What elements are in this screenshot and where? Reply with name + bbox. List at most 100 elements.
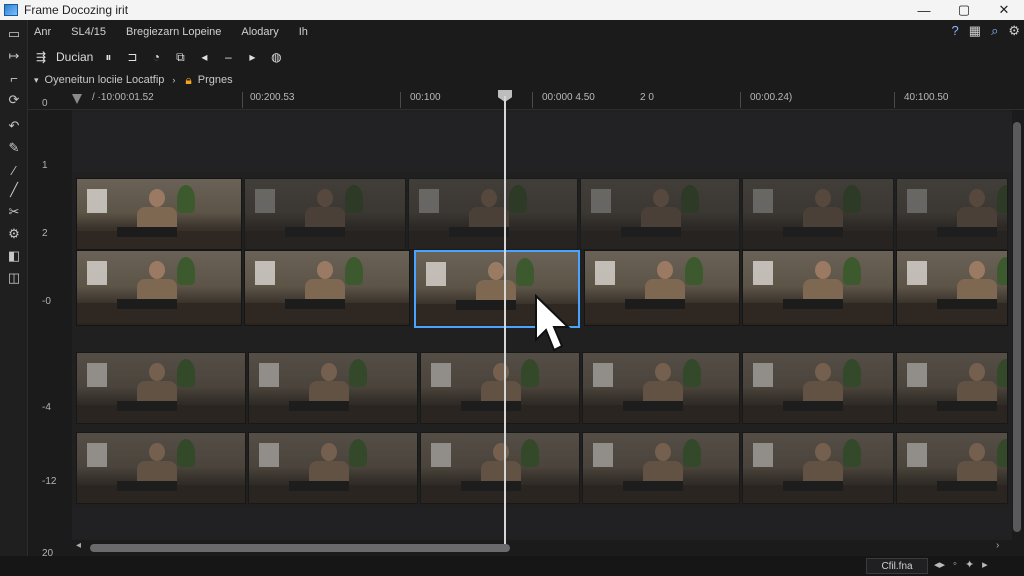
menu-item-1[interactable]: SL4/15 xyxy=(71,26,106,38)
ripple-icon[interactable]: ⊐ xyxy=(123,48,141,66)
video-clip[interactable] xyxy=(420,352,580,424)
more-icon[interactable]: ▸ xyxy=(982,558,988,571)
ruler-tick: 00:200.53 xyxy=(250,92,295,103)
menu-item-2[interactable]: Bregiezarn Lopeine xyxy=(126,26,221,38)
app-icon xyxy=(4,4,18,16)
track-header: ▾ Oyeneitun lociie Locatfip › 🔒︎ Prgnes xyxy=(28,70,1024,90)
tick-line xyxy=(740,92,741,108)
video-clip[interactable] xyxy=(244,250,410,326)
chevron-right-icon: › xyxy=(172,75,176,85)
video-clip[interactable] xyxy=(582,432,740,504)
menu-item-4[interactable]: Ih xyxy=(299,26,308,38)
file-icon[interactable]: ▭ xyxy=(6,26,22,42)
playhead-line[interactable] xyxy=(504,96,506,546)
rotate-icon[interactable]: ⟳ xyxy=(6,92,22,108)
ruler-tick: 40:100.50 xyxy=(904,92,949,103)
menu-item-3[interactable]: Alodary xyxy=(241,26,278,38)
close-button[interactable]: ✕ xyxy=(984,0,1024,20)
track-row xyxy=(72,508,1012,538)
tick-line xyxy=(400,92,401,108)
copy-icon[interactable]: ⧉ xyxy=(171,48,189,66)
maximize-button[interactable]: ▢ xyxy=(944,0,984,20)
ruler-tick: 00:100 xyxy=(410,92,441,103)
next-icon[interactable]: ▸ xyxy=(243,48,261,66)
video-clip[interactable] xyxy=(580,178,740,250)
editor-toolbar: ⇶ Ducian ⏸ ⊐ ◔ ⧉ ◂ – ▸ ◍ xyxy=(28,44,1024,70)
video-clip[interactable] xyxy=(742,178,894,250)
collapse-icon[interactable]: ▾ xyxy=(34,75,39,86)
scroll-left-icon[interactable]: ◂ xyxy=(76,540,81,551)
status-field[interactable]: Cfil.fna xyxy=(866,558,928,574)
vertical-scrollbar[interactable] xyxy=(1012,110,1022,540)
settings-icon[interactable]: ⚙ xyxy=(1008,23,1020,39)
scissors-icon[interactable]: ✂ xyxy=(6,204,22,220)
video-clip[interactable] xyxy=(896,178,1008,250)
help-icon[interactable]: ? xyxy=(952,23,959,39)
grid-icon[interactable]: ▦ xyxy=(969,23,981,39)
video-clip[interactable] xyxy=(76,432,246,504)
video-clip[interactable] xyxy=(76,352,246,424)
split-icon[interactable]: ⏸ xyxy=(99,48,117,66)
prev-icon[interactable]: ◂ xyxy=(195,48,213,66)
video-clip[interactable] xyxy=(896,352,1008,424)
scroll-right-icon[interactable]: › xyxy=(996,540,999,551)
dash-icon[interactable]: – xyxy=(219,48,237,66)
video-clip[interactable] xyxy=(742,250,894,326)
brush-icon[interactable]: ⁄ xyxy=(6,162,22,178)
timeline-icon[interactable]: ⇶ xyxy=(32,48,50,66)
video-clip[interactable] xyxy=(76,250,242,326)
menu-bar: Anr SL4/15 Bregiezarn Lopeine Alodary Ih… xyxy=(28,20,1024,44)
video-clip[interactable] xyxy=(582,352,740,424)
cut-icon[interactable]: ↦ xyxy=(6,48,22,64)
zoom-out-icon[interactable]: ◦ xyxy=(953,558,957,571)
video-clip[interactable] xyxy=(420,432,580,504)
track-row xyxy=(72,352,1012,424)
tick-line xyxy=(242,92,243,108)
line-icon[interactable]: ╱ xyxy=(6,182,22,198)
toolbar-label: Ducian xyxy=(56,50,94,64)
video-clip[interactable] xyxy=(896,250,1008,326)
track-tag: Prgnes xyxy=(197,74,233,86)
pen-icon[interactable]: ✎ xyxy=(6,140,22,156)
video-clip[interactable] xyxy=(408,178,578,250)
speed-icon[interactable]: ◔ xyxy=(147,48,165,66)
video-clip[interactable] xyxy=(742,432,894,504)
track-row xyxy=(72,178,1012,250)
video-clip[interactable] xyxy=(248,432,418,504)
y-label: 2 xyxy=(42,228,48,239)
ruler-tick: 2 0 xyxy=(640,92,654,103)
tick-line xyxy=(894,92,895,108)
tick-line xyxy=(532,92,533,108)
layers-icon[interactable]: ◧ xyxy=(6,248,22,264)
status-icons: ◂▸ ◦ ✦ ▸ xyxy=(934,558,988,571)
track-row xyxy=(72,432,1012,504)
lock-icon[interactable]: 🔒︎ xyxy=(185,73,191,88)
video-clip[interactable] xyxy=(76,178,242,250)
ruler-tick: / ·10:00:01.52 xyxy=(92,92,154,103)
fit-icon[interactable]: ◂▸ xyxy=(934,558,945,571)
menu-item-0[interactable]: Anr xyxy=(34,26,51,38)
minimize-button[interactable]: — xyxy=(904,0,944,20)
magnet-icon[interactable]: ◍ xyxy=(267,48,285,66)
search-icon[interactable]: ⌕ xyxy=(991,23,998,39)
video-clip[interactable] xyxy=(248,352,418,424)
layer-pointer-icon[interactable]: ◫ xyxy=(6,270,22,286)
ruler-tick: 00:000 4.50 xyxy=(542,92,595,103)
horizontal-scrollbar[interactable]: ◂ › xyxy=(72,540,1012,556)
video-clip[interactable] xyxy=(244,178,406,250)
video-clip[interactable] xyxy=(896,432,1008,504)
track-row xyxy=(72,112,1012,172)
menu-right-icons: ? ▦ ⌕ ⚙ xyxy=(952,23,1020,39)
y-label: 1 xyxy=(42,160,48,171)
gear-icon[interactable]: ⚙ xyxy=(6,226,22,242)
timeline-ruler[interactable]: / ·10:00:01.52 00:200.53 00:100 00:000 4… xyxy=(28,90,1024,110)
horizontal-scroll-thumb[interactable] xyxy=(90,544,510,552)
y-label: 0 xyxy=(42,98,48,109)
crop-icon[interactable]: ⌐ xyxy=(6,70,22,86)
video-clip[interactable] xyxy=(584,250,740,326)
status-bar: Cfil.fna ◂▸ ◦ ✦ ▸ xyxy=(0,556,1024,576)
vertical-scroll-thumb[interactable] xyxy=(1013,122,1021,532)
video-clip[interactable] xyxy=(742,352,894,424)
undo-icon[interactable]: ↶ xyxy=(6,118,22,134)
zoom-in-icon[interactable]: ✦ xyxy=(965,558,974,571)
